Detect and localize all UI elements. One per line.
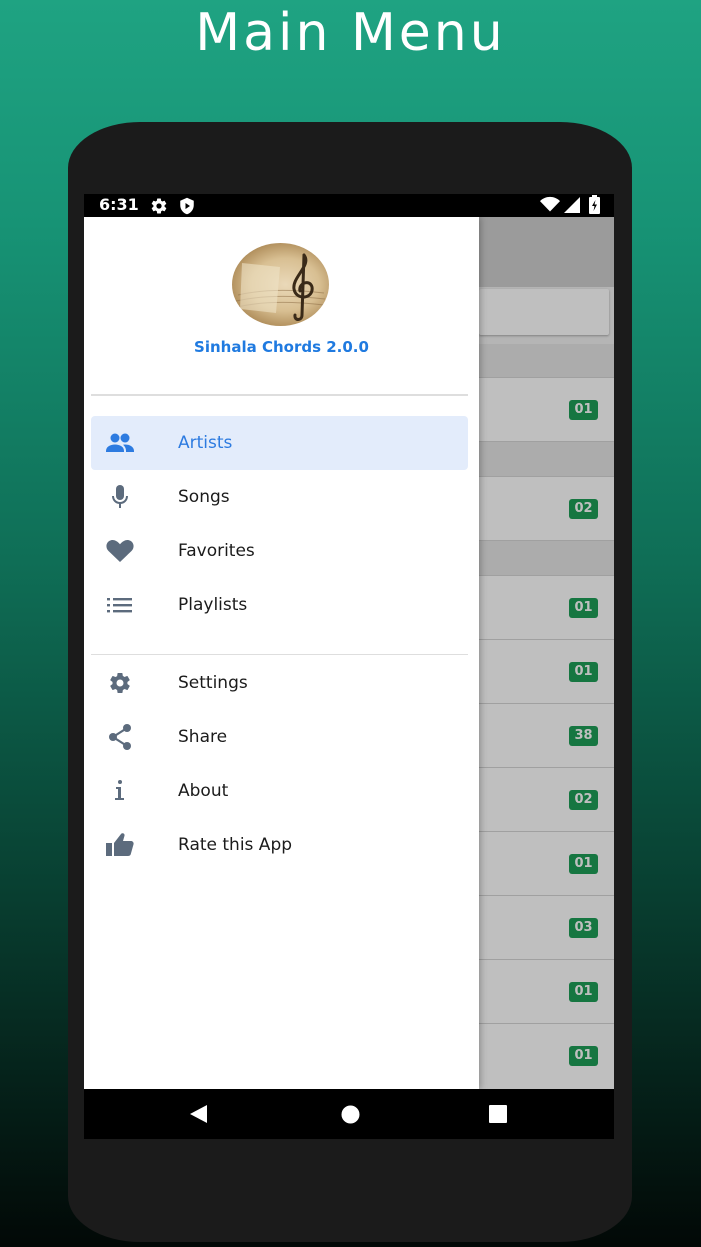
menu-item-settings[interactable]: Settings — [91, 656, 468, 710]
menu-item-songs[interactable]: Songs — [91, 470, 468, 524]
shield-play-icon — [178, 197, 196, 219]
menu-item-artists[interactable]: Artists — [91, 416, 468, 470]
signal-icon — [564, 197, 580, 217]
heart-icon — [105, 537, 135, 565]
menu-label: About — [178, 781, 229, 801]
menu-item-about[interactable]: About — [91, 764, 468, 818]
gear-icon — [150, 197, 168, 219]
home-icon[interactable] — [341, 1105, 360, 1128]
menu-divider — [91, 654, 468, 655]
share-icon — [105, 723, 135, 751]
list-icon — [105, 591, 135, 619]
app-area: 01 02 01 01 38 02 01 03 01 01 Sinhala Ch… — [84, 217, 614, 1089]
menu-item-rate-app[interactable]: Rate this App — [91, 818, 468, 872]
status-time: 6:31 — [99, 195, 139, 214]
app-name: Sinhala Chords 2.0.0 — [194, 338, 369, 356]
menu-item-playlists[interactable]: Playlists — [91, 578, 468, 632]
status-bar: 6:31 — [84, 194, 614, 217]
info-icon — [105, 777, 135, 805]
menu-label: Favorites — [178, 541, 255, 561]
wifi-icon — [540, 196, 560, 216]
app-logo-treble-clef-icon — [232, 243, 329, 326]
phone-screen: 6:31 01 02 01 01 38 02 01 03 01 01 Sinha… — [84, 194, 614, 1139]
battery-icon — [589, 195, 600, 218]
menu-label: Playlists — [178, 595, 248, 615]
thumbs-up-icon — [105, 831, 135, 859]
menu-label: Artists — [178, 433, 233, 453]
gear-icon — [105, 669, 135, 697]
menu-item-favorites[interactable]: Favorites — [91, 524, 468, 578]
menu-item-share[interactable]: Share — [91, 710, 468, 764]
menu-label: Settings — [178, 673, 248, 693]
menu-label: Rate this App — [178, 835, 293, 855]
system-nav-bar — [84, 1089, 614, 1139]
menu-label: Share — [178, 727, 228, 747]
header-divider — [91, 394, 468, 396]
navigation-drawer: Sinhala Chords 2.0.0 Artists Songs Favor… — [84, 217, 479, 1089]
menu-label: Songs — [178, 487, 230, 507]
back-icon[interactable] — [190, 1105, 208, 1127]
people-icon — [105, 429, 135, 457]
recents-icon[interactable] — [489, 1105, 507, 1127]
promo-title: Main Menu — [195, 3, 506, 63]
microphone-icon — [105, 483, 135, 511]
